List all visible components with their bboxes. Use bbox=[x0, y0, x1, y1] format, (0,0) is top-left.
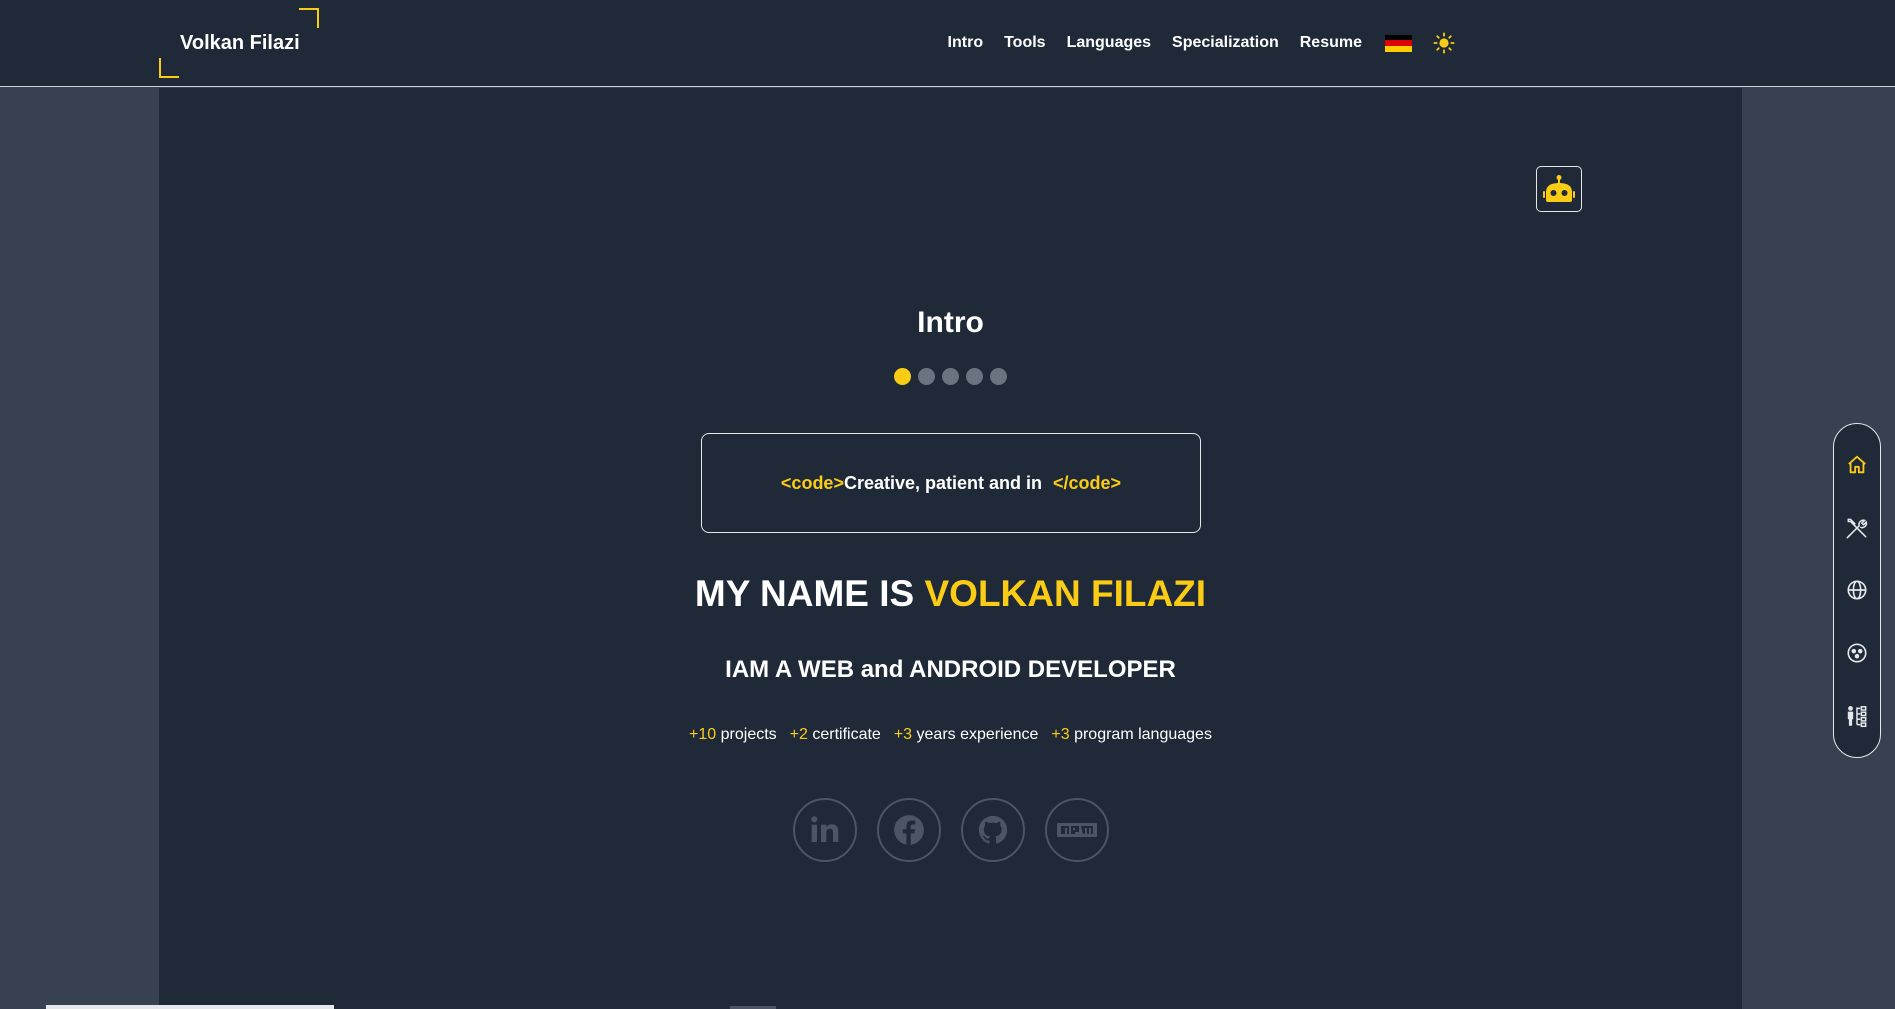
stat-experience: +3 years experience bbox=[893, 726, 1039, 743]
scroll-progress-bar bbox=[46, 1005, 334, 1009]
logo-corner-decoration bbox=[159, 58, 179, 78]
role-heading: IAM A WEB and ANDROID DEVELOPER bbox=[725, 656, 1176, 683]
stat-projects: +10 projects bbox=[689, 726, 777, 743]
nav-specialization[interactable]: Specialization bbox=[1172, 34, 1279, 52]
slide-dot[interactable] bbox=[990, 368, 1007, 385]
facebook-icon bbox=[894, 815, 924, 845]
slide-indicator bbox=[894, 368, 1007, 385]
side-nav-specialization[interactable] bbox=[1844, 640, 1870, 666]
specialization-icon bbox=[1847, 643, 1867, 663]
typing-text: Creative, patient and in bbox=[843, 472, 1048, 493]
logo-text[interactable]: Volkan Filazi bbox=[180, 32, 300, 55]
nav-tools[interactable]: Tools bbox=[1004, 34, 1045, 52]
side-nav-tools[interactable] bbox=[1844, 515, 1870, 541]
nav-languages[interactable]: Languages bbox=[1067, 34, 1151, 52]
logo[interactable]: Volkan Filazi bbox=[159, 8, 319, 78]
sun-icon[interactable] bbox=[1433, 32, 1455, 54]
section-title: Intro bbox=[917, 306, 984, 339]
stats-row: +10 projects +2 certificate +3 years exp… bbox=[159, 726, 1742, 744]
logo-corner-decoration bbox=[299, 8, 319, 28]
side-section-nav bbox=[1833, 423, 1881, 758]
github-link[interactable] bbox=[961, 798, 1025, 862]
linkedin-link[interactable] bbox=[793, 798, 857, 862]
stat-certificate: +2 certificate bbox=[789, 726, 881, 743]
name-heading: MY NAME IS VOLKAN FILAZI bbox=[159, 573, 1742, 615]
code-open-tag: <code> bbox=[780, 472, 844, 493]
npm-icon bbox=[1057, 823, 1097, 837]
nav-intro[interactable]: Intro bbox=[948, 34, 984, 52]
top-header: Volkan Filazi Intro Tools Languages Spec… bbox=[0, 0, 1895, 87]
slide-dot[interactable] bbox=[894, 368, 911, 385]
main-nav: Intro Tools Languages Specialization Res… bbox=[948, 28, 1455, 58]
germany-flag-icon[interactable] bbox=[1385, 34, 1412, 52]
facebook-link[interactable] bbox=[877, 798, 941, 862]
slide-dot[interactable] bbox=[918, 368, 935, 385]
nav-resume[interactable]: Resume bbox=[1300, 34, 1362, 52]
slide-dot[interactable] bbox=[942, 368, 959, 385]
tools-icon bbox=[1846, 518, 1868, 539]
name-prefix: MY NAME IS bbox=[694, 573, 925, 614]
social-links bbox=[793, 798, 1109, 862]
npm-link[interactable] bbox=[1045, 798, 1109, 862]
side-nav-home[interactable] bbox=[1844, 452, 1870, 478]
side-nav-languages[interactable] bbox=[1844, 577, 1870, 603]
code-close-tag: </code> bbox=[1053, 472, 1122, 493]
resume-icon bbox=[1847, 705, 1867, 727]
home-icon bbox=[1848, 456, 1866, 474]
slide-dot[interactable] bbox=[966, 368, 983, 385]
stat-languages: +3 program languages bbox=[1051, 726, 1212, 743]
typing-code-box: <code> Creative, patient and in </code> bbox=[701, 433, 1201, 533]
main-content: Intro <code> Creative, patient and in </… bbox=[159, 88, 1742, 1009]
side-nav-resume[interactable] bbox=[1844, 703, 1870, 729]
globe-icon bbox=[1847, 580, 1867, 601]
github-icon bbox=[978, 815, 1008, 844]
assistant-button[interactable] bbox=[1536, 166, 1582, 212]
name-highlight: VOLKAN FILAZI bbox=[924, 573, 1207, 614]
robot-icon bbox=[1543, 175, 1575, 202]
linkedin-icon bbox=[811, 816, 839, 842]
